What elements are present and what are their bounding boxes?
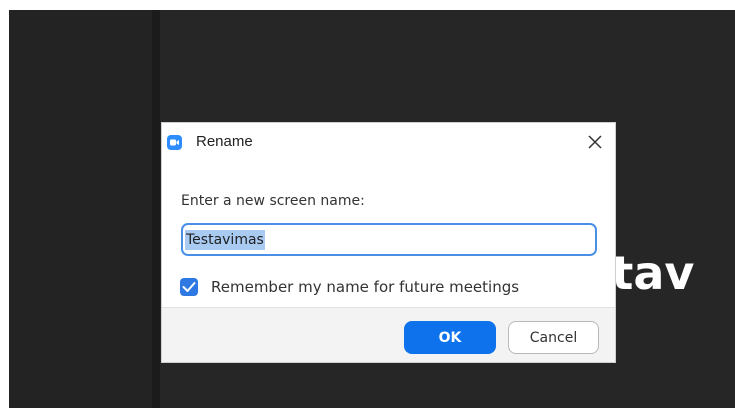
dialog-title: Rename — [196, 133, 253, 150]
dialog-titlebar: Rename — [162, 123, 615, 161]
ok-button[interactable]: OK — [404, 321, 496, 354]
close-icon — [588, 135, 602, 149]
remember-name-label: Remember my name for future meetings — [211, 278, 520, 296]
left-panel — [9, 10, 152, 408]
screen-name-value: Testavimas — [185, 229, 265, 250]
zoom-camera-icon — [167, 135, 182, 150]
dialog-footer: OK Cancel — [162, 307, 615, 362]
screen-name-prompt: Enter a new screen name: — [181, 193, 365, 209]
cancel-button[interactable]: Cancel — [508, 321, 599, 354]
panel-divider — [152, 10, 160, 408]
remember-name-checkbox[interactable] — [180, 278, 198, 296]
screen-name-input[interactable]: Testavimas — [181, 223, 597, 256]
remember-name-row[interactable]: Remember my name for future meetings — [180, 276, 519, 298]
close-button[interactable] — [580, 128, 610, 156]
checkmark-icon — [182, 282, 196, 292]
rename-dialog: Rename Enter a new screen name: Testavim… — [161, 122, 616, 363]
